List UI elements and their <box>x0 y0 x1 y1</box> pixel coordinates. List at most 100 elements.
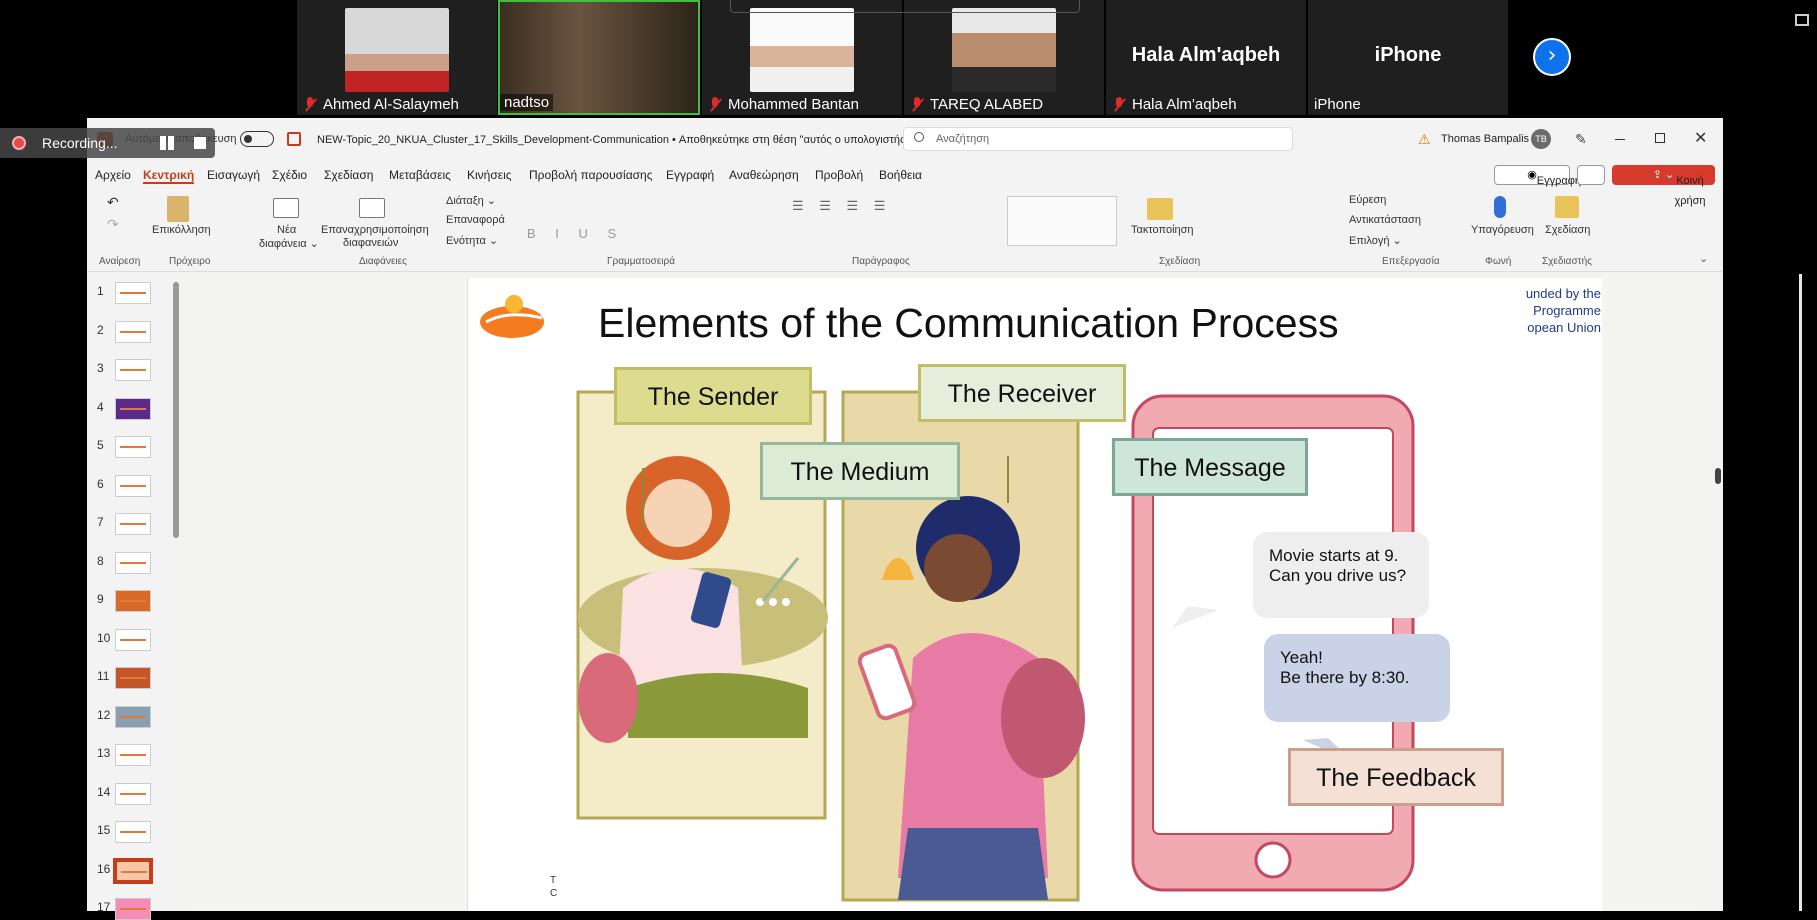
select-button[interactable]: Επιλογή ⌄ <box>1349 234 1402 247</box>
tab-animations[interactable]: Κινήσεις <box>467 168 512 182</box>
reset-button[interactable]: Επαναφορά <box>446 214 505 226</box>
label-message[interactable]: The Message <box>1112 438 1308 496</box>
designer-icon[interactable] <box>1555 196 1579 218</box>
shapes-gallery[interactable] <box>1007 196 1117 246</box>
scroll-thumb[interactable] <box>1715 468 1721 484</box>
tab-record[interactable]: Εγγραφή <box>666 168 714 182</box>
thumbnail-accent <box>120 330 146 333</box>
participant-tile[interactable]: iPhone iPhone <box>1308 0 1508 115</box>
footer-text: T C <box>550 875 558 899</box>
search-box[interactable]: Αναζήτηση <box>903 127 1293 151</box>
save-icon[interactable] <box>287 132 301 146</box>
slide-thumbnail[interactable] <box>115 782 151 805</box>
thumbnail-scrollbar[interactable] <box>173 282 179 538</box>
arrange-icon[interactable] <box>1147 198 1173 220</box>
slide-thumbnail[interactable] <box>115 705 151 728</box>
restore-icon[interactable] <box>1655 133 1665 143</box>
participant-tile[interactable]: Hala Alm'aqbeh Hala Alm'aqbeh <box>1106 0 1306 115</box>
label-feedback[interactable]: The Feedback <box>1288 748 1504 806</box>
comments-button[interactable] <box>1577 165 1605 185</box>
paste-button[interactable]: Επικόλληση <box>152 224 211 236</box>
slide-thumbnail[interactable] <box>115 397 151 420</box>
tab-view[interactable]: Προβολή <box>815 168 863 182</box>
grid-view-icon[interactable] <box>1795 14 1809 26</box>
dictate-button[interactable]: Υπαγόρευση <box>1471 224 1534 236</box>
ribbon: ↶ ↷ Επικόλληση Νέα διαφάνεια ⌄ Επαναχρησ… <box>87 188 1723 272</box>
slide-thumbnail[interactable] <box>113 857 153 884</box>
new-slide-button[interactable]: Νέα <box>277 224 296 236</box>
label-medium[interactable]: The Medium <box>760 442 960 500</box>
slide-thumbnail[interactable] <box>115 474 151 497</box>
file-name[interactable]: NEW-Topic_20_NKUA_Cluster_17_Skills_Deve… <box>317 133 921 146</box>
muted-mic-icon <box>708 96 722 113</box>
record-button[interactable]: ◉ Εγγραφή <box>1494 165 1581 187</box>
slide-thumbnail[interactable] <box>115 282 151 304</box>
minimize-icon[interactable] <box>1615 139 1625 140</box>
paste-icon[interactable] <box>167 196 189 222</box>
slide-thumbnail[interactable] <box>115 513 151 535</box>
slide-thumbnail[interactable] <box>115 590 151 612</box>
layout-button[interactable]: Διάταξη ⌄ <box>446 194 496 207</box>
group-paragraph: Παράγραφος <box>852 256 910 267</box>
muted-mic-icon <box>1112 96 1126 113</box>
collapse-ribbon-icon[interactable]: ⌄ <box>1699 252 1708 265</box>
slide-thumbnail[interactable] <box>115 744 151 766</box>
tab-design[interactable]: Σχεδίαση <box>324 168 373 182</box>
label-receiver[interactable]: The Receiver <box>918 364 1126 422</box>
tab-review[interactable]: Αναθεώρηση <box>729 168 799 182</box>
pause-recording-button[interactable] <box>160 136 174 150</box>
user-name[interactable]: Thomas Bampalis <box>1441 133 1529 145</box>
share-button[interactable]: ⇪ Κοινή χρήση ⌄ <box>1612 165 1715 207</box>
communication-illustration <box>576 390 1415 902</box>
slide-number: 4 <box>97 399 104 414</box>
tab-home[interactable]: Κεντρική <box>143 168 195 184</box>
designer-button[interactable]: Σχεδίαση <box>1545 224 1590 236</box>
stop-recording-button[interactable] <box>194 137 206 149</box>
section-button[interactable]: Ενότητα ⌄ <box>446 234 498 247</box>
participant-tile-active[interactable]: nadtso <box>498 0 700 115</box>
thumbnail-accent <box>120 446 146 448</box>
reuse-slides-button[interactable]: Επαναχρησιμοποίηση <box>321 224 429 236</box>
replace-button[interactable]: Αντικατάσταση <box>1349 214 1421 226</box>
redo-icon[interactable]: ↷ <box>107 216 119 233</box>
tab-draw[interactable]: Σχέδιο <box>272 168 307 182</box>
slide-thumbnail[interactable] <box>115 359 151 381</box>
tab-help[interactable]: Βοήθεια <box>879 168 922 182</box>
participant-tile[interactable]: Ahmed Al-Salaymeh <box>297 0 497 115</box>
close-icon[interactable]: ✕ <box>1694 128 1707 148</box>
warning-icon[interactable]: ⚠ <box>1418 131 1431 148</box>
tab-insert[interactable]: Εισαγωγή <box>207 168 260 182</box>
slide-thumbnail[interactable] <box>115 628 151 651</box>
slide-thumbnail[interactable] <box>115 667 151 689</box>
new-slide-icon[interactable] <box>273 198 299 218</box>
slide-thumbnail[interactable] <box>115 320 151 343</box>
slide-number: 9 <box>97 592 104 606</box>
autosave-toggle[interactable] <box>240 131 274 147</box>
undo-icon[interactable]: ↶ <box>107 194 119 211</box>
slide[interactable]: Elements of the Communication Process un… <box>467 278 1602 911</box>
recording-dot-icon <box>12 136 26 150</box>
participant-tile[interactable]: TAREQ ALABED <box>904 0 1104 115</box>
tab-transitions[interactable]: Μεταβάσεις <box>389 168 451 182</box>
participant-tile[interactable]: Mohammed Bantan <box>702 0 902 115</box>
reuse-slides-icon[interactable] <box>359 198 385 218</box>
top-toolbar-handle[interactable] <box>730 0 1080 13</box>
next-page-button[interactable]: › <box>1533 38 1571 76</box>
microphone-icon[interactable] <box>1494 196 1506 218</box>
slide-thumbnail[interactable] <box>115 898 151 920</box>
group-clipboard: Πρόχειρο <box>169 256 211 267</box>
participant-video <box>952 8 1056 92</box>
avatar[interactable]: TB <box>1531 129 1551 149</box>
slide-thumbnail[interactable] <box>115 436 151 458</box>
arrange-button[interactable]: Τακτοποίηση <box>1131 224 1194 236</box>
group-designer: Σχεδιαστής <box>1542 256 1592 267</box>
vertical-scrollbar[interactable] <box>1799 274 1802 911</box>
label-sender[interactable]: The Sender <box>614 367 812 425</box>
tab-slideshow[interactable]: Προβολή παρουσίασης <box>529 168 653 182</box>
slide-thumbnail[interactable] <box>115 551 151 574</box>
find-button[interactable]: Εύρεση <box>1349 194 1386 206</box>
tab-file[interactable]: Αρχείο <box>95 168 131 182</box>
pen-icon[interactable]: ✎ <box>1575 131 1587 148</box>
group-slides: Διαφάνειες <box>359 256 407 267</box>
slide-thumbnail[interactable] <box>115 821 151 843</box>
